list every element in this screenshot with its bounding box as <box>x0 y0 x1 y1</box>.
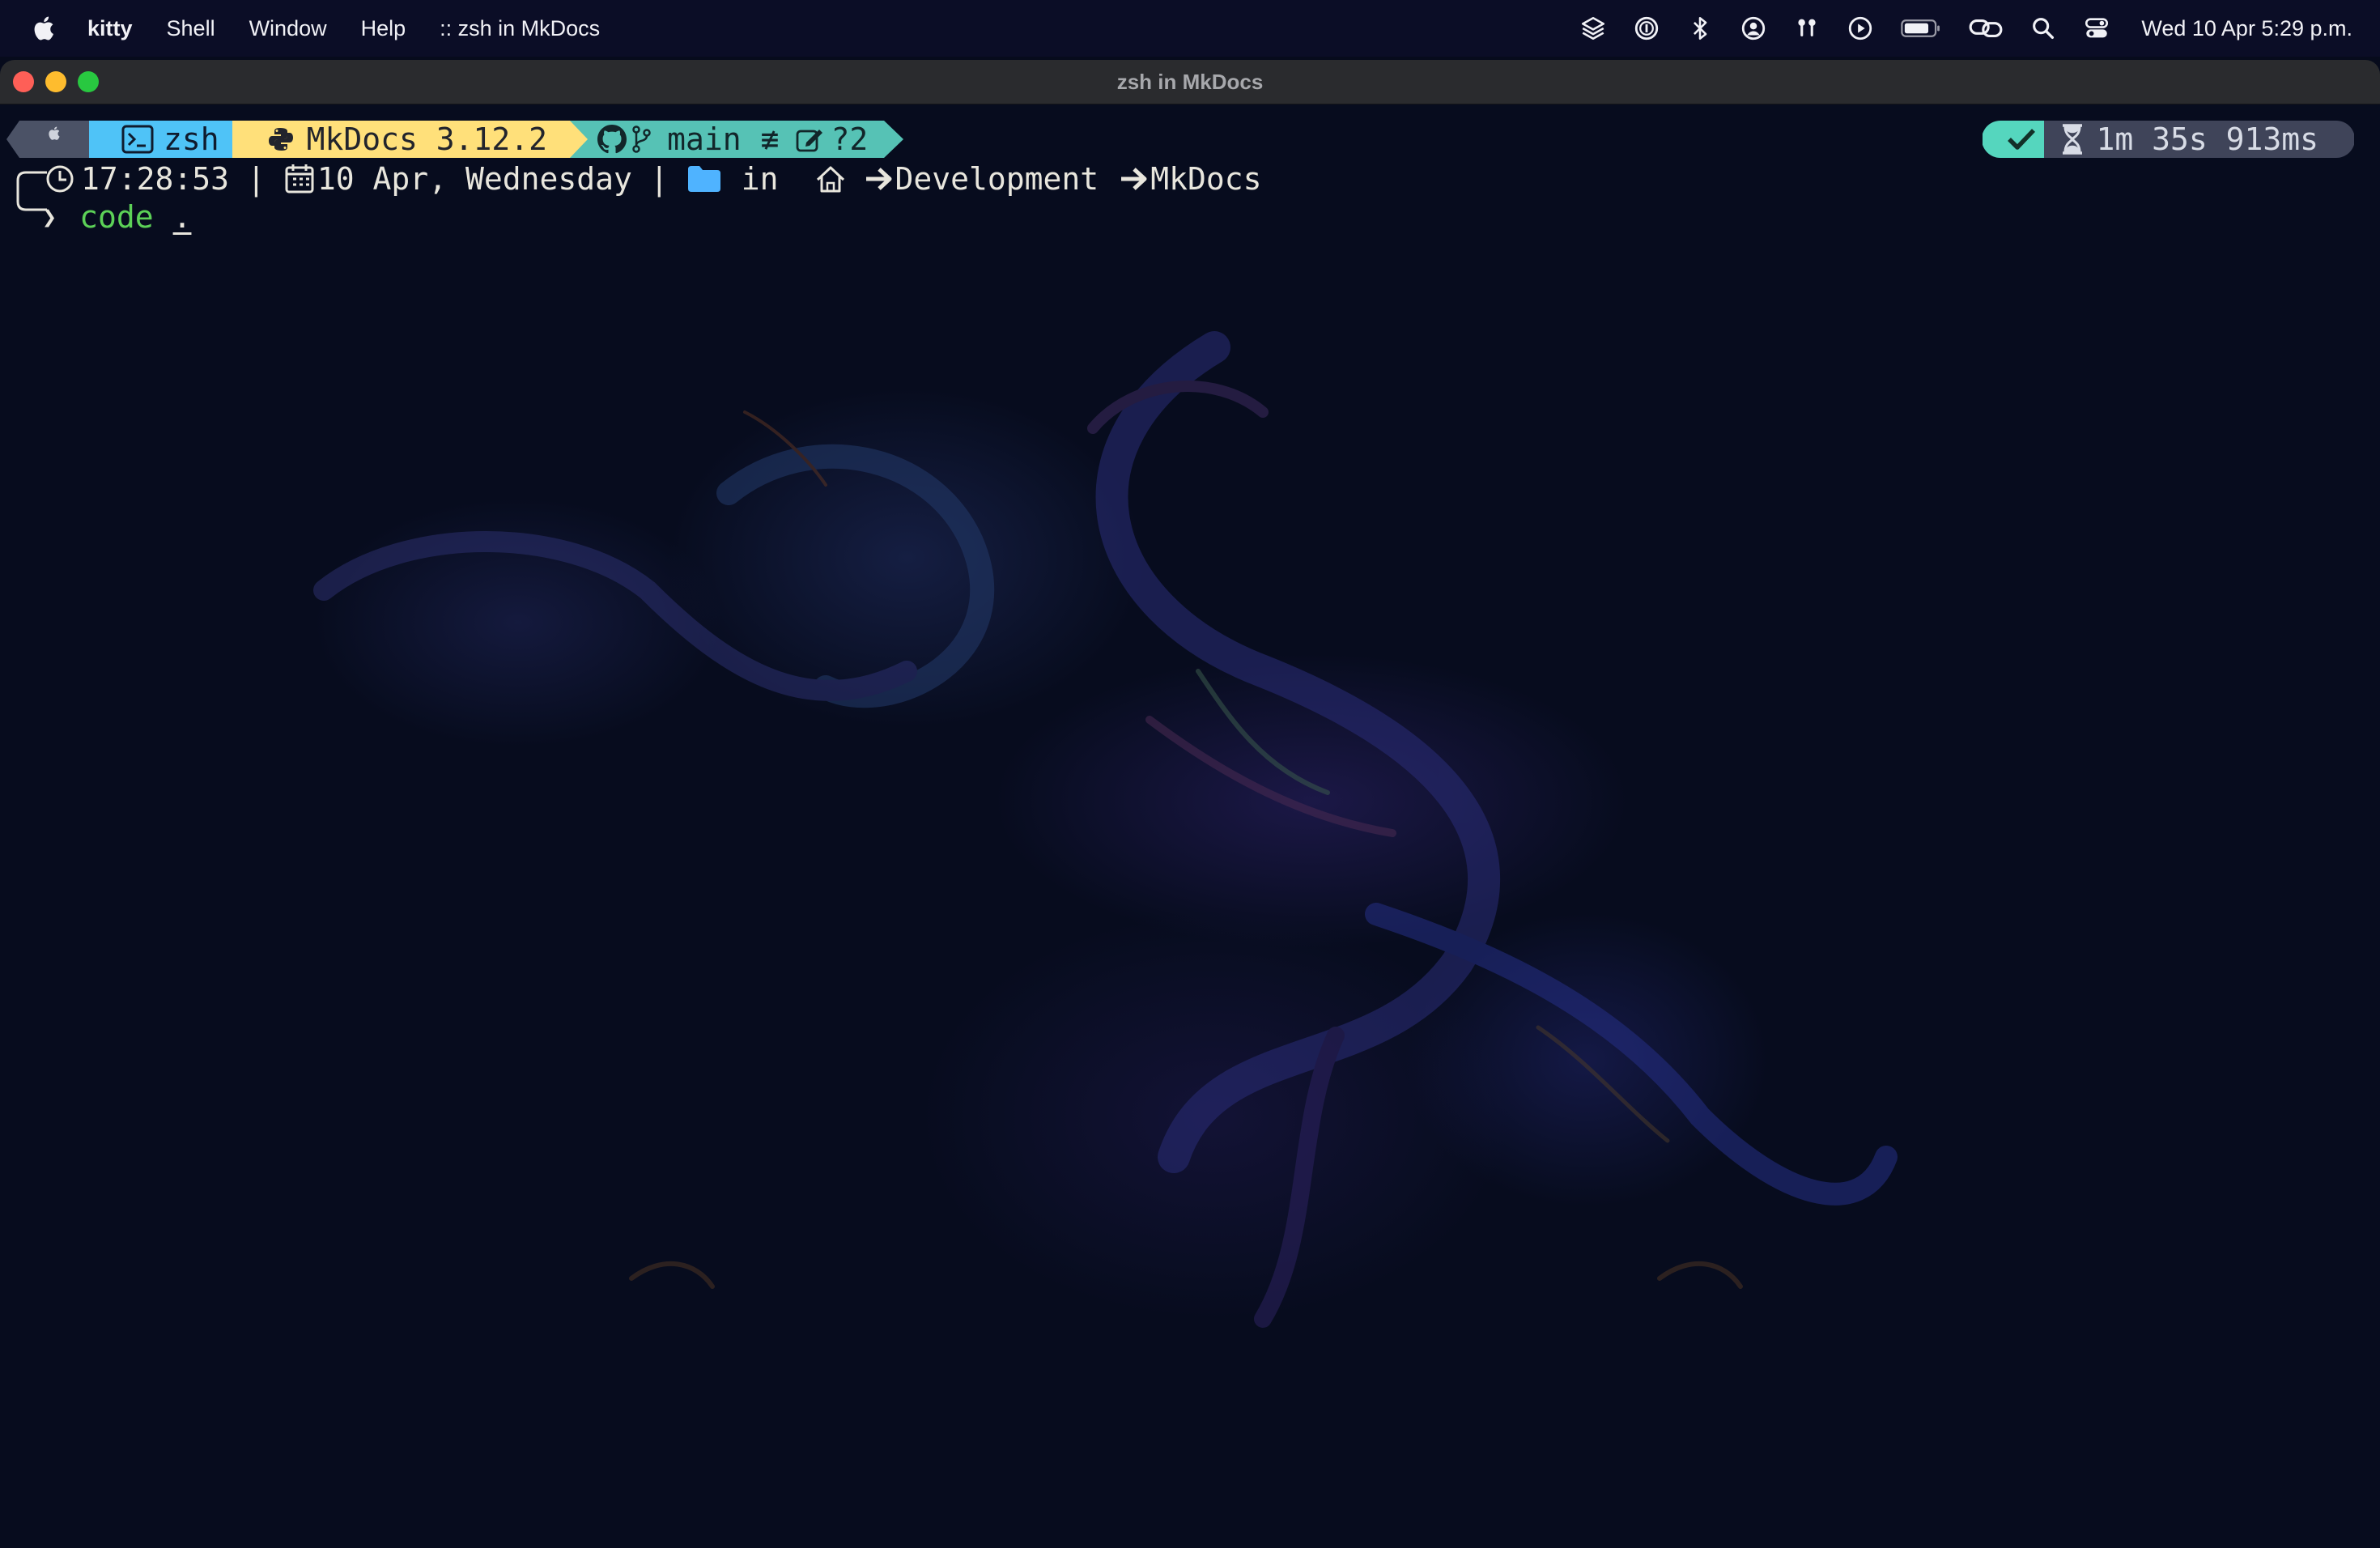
menu-window-title[interactable]: :: zsh in MkDocs <box>440 16 600 41</box>
duration-text: 1m 35s 913ms <box>2096 121 2318 157</box>
play-icon[interactable] <box>1847 15 1874 42</box>
arrow-right-icon <box>1121 168 1147 190</box>
battery-icon[interactable] <box>1900 15 1942 42</box>
separator-1: | <box>247 161 266 197</box>
prompt-time: 17:28:53 <box>81 161 230 197</box>
hourglass-icon <box>2063 124 2083 155</box>
git-branch-icon <box>632 125 651 153</box>
layers-icon[interactable] <box>1579 15 1607 42</box>
apple-menu-icon[interactable] <box>31 12 58 45</box>
python-env-segment: MkDocs 3.12.2 <box>232 121 571 158</box>
wallpaper-swirl <box>313 331 1898 1328</box>
command-line[interactable]: ❯ code . <box>15 198 191 236</box>
menu-clock[interactable]: Wed 10 Apr 5:29 p.m. <box>2141 16 2352 41</box>
home-icon <box>816 166 844 193</box>
path-segment-1: Development <box>895 161 1099 197</box>
window-titlebar[interactable]: zsh in MkDocs <box>0 60 2380 104</box>
window-title: zsh in MkDocs <box>1116 70 1264 94</box>
prompt-powerline-left: zsh MkDocs 3.12.2 main ≢ ?2 <box>6 121 904 158</box>
command-text: code <box>79 199 154 235</box>
check-icon <box>2008 129 2036 150</box>
prompt-date: 10 Apr, Wednesday <box>317 161 632 197</box>
os-segment <box>6 121 91 158</box>
terminal-area[interactable]: zsh MkDocs 3.12.2 main ≢ ?2 1m 35s 913ms… <box>0 104 2380 1548</box>
bluetooth-icon[interactable] <box>1686 15 1714 42</box>
kitty-window: zsh in MkDocs zsh MkDocs 3.12.2 main ≢ ?… <box>0 60 2380 1548</box>
separator-2: | <box>649 161 669 197</box>
search-icon[interactable] <box>2029 15 2057 42</box>
edit-icon <box>797 130 823 152</box>
menu-help[interactable]: Help <box>361 16 406 41</box>
shell-name: zsh <box>164 121 219 157</box>
exit-status-segment <box>2000 121 2045 158</box>
terminal-icon <box>121 125 154 154</box>
shell-segment: zsh <box>89 121 232 158</box>
control-center-icon[interactable] <box>2083 15 2110 42</box>
folder-icon <box>687 166 720 192</box>
python-env-label: MkDocs 3.12.2 <box>306 121 548 157</box>
prompt-line-info: 17:28:53 | 10 Apr, Wednesday | in Develo… <box>15 159 1262 211</box>
menu-shell[interactable]: Shell <box>167 16 215 41</box>
git-branch: main <box>667 121 742 157</box>
airpods-icon[interactable] <box>1793 15 1821 42</box>
path-segment-2: MkDocs <box>1150 161 1262 197</box>
command-arg: . <box>172 199 192 235</box>
calendar-icon <box>285 164 314 194</box>
arrow-right-icon <box>865 168 892 190</box>
python-icon <box>268 128 293 151</box>
git-segment: main ≢ ?2 <box>588 121 885 158</box>
menu-window[interactable]: Window <box>249 16 327 41</box>
duration-segment: 1m 35s 913ms <box>2044 121 2336 158</box>
prompt-symbol: ❯ <box>42 202 57 232</box>
password-icon[interactable] <box>1633 15 1660 42</box>
link-icon[interactable] <box>1968 15 2004 42</box>
git-untracked: ?2 <box>831 121 869 157</box>
user-icon[interactable] <box>1740 15 1767 42</box>
git-status-symbol: ≢ <box>760 121 780 157</box>
github-icon <box>597 125 627 154</box>
prompt-in-label: in <box>741 161 779 197</box>
prompt-powerline-right: 1m 35s 913ms <box>1983 121 2354 158</box>
menu-bar: kitty Shell Window Help :: zsh in MkDocs <box>0 0 2380 57</box>
menu-app-name[interactable]: kitty <box>87 16 133 41</box>
